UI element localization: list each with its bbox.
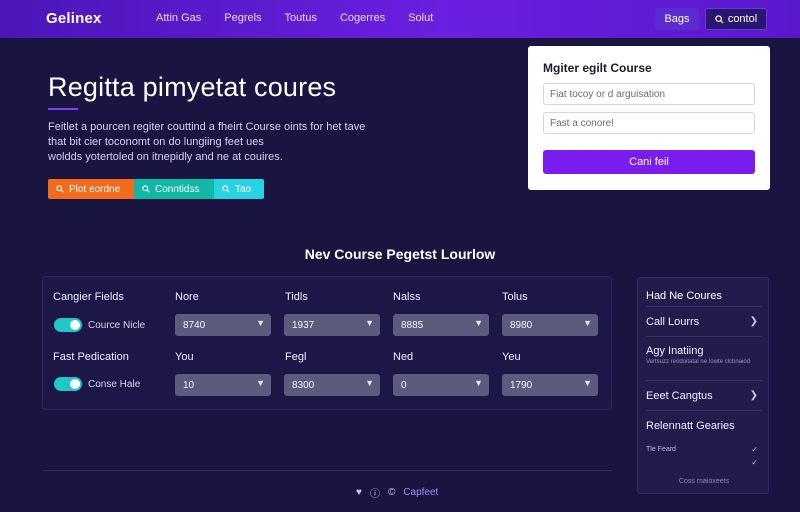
check-icon: ✓ — [751, 458, 758, 467]
row1-toggle-label: Cource Nicle — [88, 320, 146, 331]
row1-select-1-value: 8740 — [183, 319, 206, 331]
chevron-down-icon: ▼ — [583, 318, 592, 328]
top-navbar: Gelinex Attin Gas Pegrels Toutus Cogerre… — [0, 0, 800, 38]
register-card-title: Mgiter egilt Course — [543, 61, 652, 75]
row1-header-1: Nore — [175, 291, 199, 303]
row1-header-2: Tidls — [285, 291, 308, 303]
row2-select-4[interactable]: 1790 ▼ — [502, 374, 598, 396]
bags-button[interactable]: Bags — [655, 8, 699, 30]
footer-link[interactable]: Capfeet — [403, 487, 438, 498]
nav-item-2[interactable]: Pegrels — [224, 12, 261, 24]
register-course-card: Mgiter egilt Course Cani feil — [528, 46, 770, 190]
hero-desc-line-1: Feitlet a pourcen regiter couttind a fhe… — [48, 121, 366, 133]
row1-toggle[interactable] — [54, 318, 82, 332]
hero-desc-line-2: that bit cier toconomt on do lungiing fe… — [48, 136, 264, 148]
row1-select-3[interactable]: 8885 ▼ — [393, 314, 489, 336]
tag-button-teal[interactable]: Conntidss — [134, 179, 214, 199]
row1-field-label: Cangier Fields — [53, 291, 124, 303]
search-icon — [142, 185, 150, 193]
sidebar-small-item[interactable]: Tle Feard — [646, 446, 676, 453]
tag-button-cyan[interactable]: Tao — [214, 179, 264, 199]
brand-logo[interactable]: Gelinex — [46, 10, 102, 27]
tag-label-teal: Conntidss — [155, 183, 200, 195]
row2-header-2: Fegl — [285, 351, 307, 363]
chevron-right-icon: ❯ — [749, 390, 758, 401]
nav-item-1[interactable]: Attin Gas — [156, 12, 201, 24]
check-icon: ✓ — [751, 445, 758, 454]
sidebar-item-4-label: Relennatt Gearies — [646, 420, 735, 432]
course-form-panel: Cangier Fields Nore Tidls Nalss Tolus Co… — [42, 276, 612, 410]
row2-select-1[interactable]: 10 ▼ — [175, 374, 271, 396]
sidebar-item-4[interactable]: Relennatt Gearies — [646, 410, 762, 438]
row1-select-4-value: 8980 — [510, 319, 533, 331]
organisation-input[interactable] — [543, 83, 755, 105]
row2-select-2-value: 8300 — [292, 379, 315, 391]
chevron-down-icon: ▼ — [474, 318, 483, 328]
footer: ♥ ⓘ © Capfeet — [356, 485, 438, 500]
heart-icon[interactable]: ♥ — [356, 487, 362, 498]
row2-select-4-value: 1790 — [510, 379, 533, 391]
sidebar-item-2[interactable]: Agy Inatiing Vertsuzz reodoitatal ne Iow… — [646, 336, 762, 380]
chevron-right-icon: ❯ — [749, 316, 758, 327]
row1-header-3: Nalss — [393, 291, 421, 303]
tag-button-orange[interactable]: Plot eordne — [48, 179, 134, 199]
course-input[interactable] — [543, 112, 755, 134]
row2-select-2[interactable]: 8300 ▼ — [284, 374, 380, 396]
row1-select-4[interactable]: 8980 ▼ — [502, 314, 598, 336]
row2-header-3: Ned — [393, 351, 414, 363]
row2-header-4: Yeu — [502, 351, 521, 363]
chevron-down-icon: ▼ — [256, 378, 265, 388]
search-icon — [715, 14, 724, 24]
tag-label-orange: Plot eordne — [69, 183, 121, 195]
row1-header-4: Tolus — [502, 291, 528, 303]
hero-title: Regitta pimyetat coures — [48, 72, 337, 102]
row1-select-1[interactable]: 8740 ▼ — [175, 314, 271, 336]
row1-select-2-value: 1937 — [292, 319, 315, 331]
footer-divider — [42, 470, 612, 471]
chevron-down-icon: ▼ — [365, 378, 374, 388]
hero-tag-row: Plot eordne Conntidss Tao — [48, 179, 264, 199]
sidebar-item-2-sub: Vertsuzz reodoitatal ne Iowte clcbnaiod — [646, 359, 751, 365]
main-nav: Attin Gas Pegrels Toutus Cogerres Solut — [156, 12, 456, 24]
nav-item-3[interactable]: Toutus — [285, 12, 317, 24]
sidebar-item-3-label: Eeet Cangtus — [646, 390, 713, 402]
course-sidebar: Had Ne Coures Call Lourrs ❯ Agy Inatiing… — [637, 277, 769, 494]
row2-toggle[interactable] — [54, 377, 82, 391]
hero-accent-rule — [48, 108, 78, 110]
copyright-icon: © — [387, 487, 396, 498]
row2-select-1-value: 10 — [183, 379, 195, 391]
sidebar-item-2-label: Agy Inatiing — [646, 345, 704, 357]
nav-item-4[interactable]: Cogerres — [340, 12, 385, 24]
control-button-label: contol — [727, 13, 758, 25]
hero-description: Feitlet a pourcen regiter couttind a fhe… — [48, 120, 368, 165]
info-icon[interactable]: ⓘ — [370, 485, 380, 500]
tag-label-cyan: Tao — [235, 183, 252, 195]
sidebar-item-3[interactable]: Eeet Cangtus ❯ — [646, 380, 762, 410]
row1-select-3-value: 8885 — [401, 319, 424, 331]
chevron-down-icon: ▼ — [583, 378, 592, 388]
sidebar-footer: Coss rnaioxeets — [678, 478, 730, 485]
sidebar-heading: Had Ne Coures — [646, 290, 722, 302]
search-icon — [56, 185, 64, 193]
row1-select-2[interactable]: 1937 ▼ — [284, 314, 380, 336]
section-title: Nev Course Pegetst Lourlow — [304, 246, 496, 262]
chevron-down-icon: ▼ — [256, 318, 265, 328]
row2-toggle-label: Conse Hale — [88, 379, 141, 390]
hero-desc-line-3: woldds yotertoled on itnepidly and ne at… — [48, 151, 283, 163]
control-button[interactable]: contol — [705, 8, 767, 30]
search-icon — [222, 185, 230, 193]
chevron-down-icon: ▼ — [474, 378, 483, 388]
nav-item-5[interactable]: Solut — [408, 12, 433, 24]
row2-select-3-value: 0 — [401, 379, 407, 391]
row2-select-3[interactable]: 0 ▼ — [393, 374, 489, 396]
row2-header-1: You — [175, 351, 194, 363]
register-submit-button[interactable]: Cani feil — [543, 150, 755, 174]
row2-field-label: Fast Pedication — [53, 351, 129, 363]
sidebar-item-1-label: Call Lourrs — [646, 316, 700, 328]
chevron-down-icon: ▼ — [365, 318, 374, 328]
sidebar-item-1[interactable]: Call Lourrs ❯ — [646, 306, 762, 336]
